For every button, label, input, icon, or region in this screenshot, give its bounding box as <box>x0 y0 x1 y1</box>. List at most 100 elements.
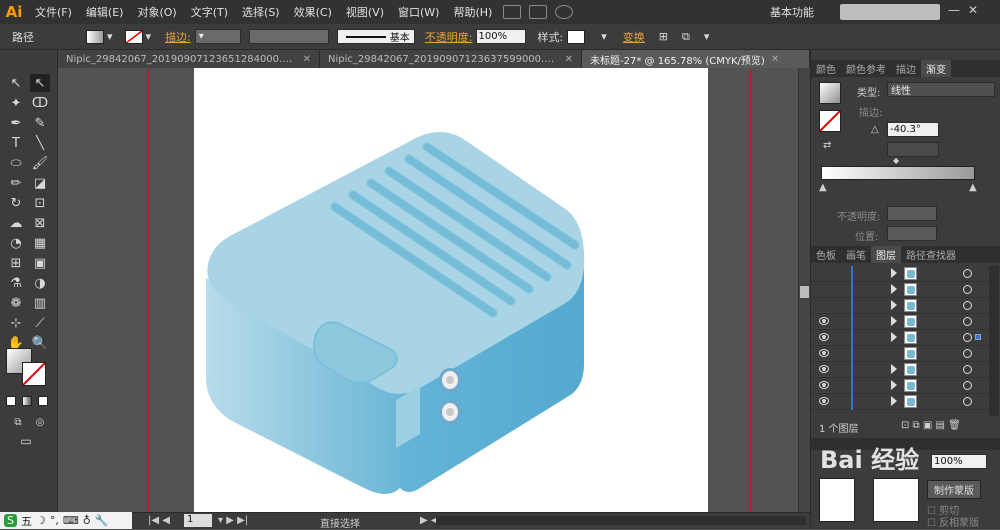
page-nav-first-icon[interactable]: |◀ ◀ <box>148 515 170 526</box>
skin-icon[interactable]: ♁ <box>83 514 91 527</box>
layer-row[interactable] <box>811 330 989 346</box>
menu-edit[interactable]: 编辑(E) <box>79 4 131 20</box>
scale-tool-icon[interactable]: ⊡ <box>30 194 50 212</box>
visibility-eye-icon[interactable] <box>819 349 829 357</box>
visibility-eye-icon[interactable] <box>819 381 829 389</box>
blend-tool-icon[interactable]: ◑ <box>30 274 50 292</box>
page-nav-next-icon[interactable]: ▾ ▶ ▶| <box>218 515 248 526</box>
pen-tool-icon[interactable]: ✒ <box>6 114 26 132</box>
gradient-position-input[interactable] <box>887 226 937 241</box>
target-circle-icon[interactable] <box>963 349 972 358</box>
expand-arrow-icon[interactable] <box>891 396 897 406</box>
target-circle-icon[interactable] <box>963 381 972 390</box>
mesh-tool-icon[interactable]: ⊞ <box>6 254 26 272</box>
close-icon[interactable]: ✕ <box>968 3 978 17</box>
gradient-type-dropdown[interactable]: 线性 <box>887 82 995 97</box>
tab-pathfinder[interactable]: 路径查找器 <box>901 246 961 263</box>
target-circle-icon[interactable] <box>963 397 972 406</box>
stroke-style-dropdown[interactable]: 基本 <box>336 29 415 44</box>
eyedropper-tool-icon[interactable]: ⚗ <box>6 274 26 292</box>
menu-help[interactable]: 帮助(H) <box>446 4 499 20</box>
layer-row[interactable] <box>811 314 989 330</box>
minimize-icon[interactable]: — <box>948 3 960 17</box>
moon-icon[interactable]: ☽ <box>36 514 46 527</box>
keyboard-icon[interactable]: ⌨ <box>63 514 79 527</box>
tab-color-guide[interactable]: 颜色参考 <box>841 60 891 77</box>
graph-tool-icon[interactable]: ▥ <box>30 294 50 312</box>
page-number-input[interactable]: 1 <box>184 514 212 527</box>
menu-view[interactable]: 视图(V) <box>339 4 391 20</box>
none-mode-icon[interactable] <box>38 396 48 406</box>
draw-mode-icon[interactable]: ⧉ <box>8 413 28 431</box>
gradient-stop-right[interactable]: ▲ <box>969 182 977 193</box>
sogou-icon[interactable]: S <box>4 514 17 527</box>
layer-row[interactable] <box>811 378 989 394</box>
perspective-grid-tool-icon[interactable]: ▦ <box>30 234 50 252</box>
tools-icon[interactable]: 🔧 <box>95 514 109 527</box>
canvas-area[interactable] <box>58 68 798 512</box>
tab-gradient[interactable]: 渐变 <box>921 60 951 77</box>
target-circle-icon[interactable] <box>963 285 972 294</box>
stroke-label[interactable]: 描边: <box>165 29 191 45</box>
shape-builder-tool-icon[interactable]: ◔ <box>6 234 26 252</box>
artwork-router-box[interactable] <box>194 68 708 512</box>
ellipse-tool-icon[interactable]: ⬭ <box>6 154 26 172</box>
layer-row[interactable] <box>811 282 989 298</box>
visibility-eye-icon[interactable] <box>819 365 829 373</box>
menu-effect[interactable]: 效果(C) <box>287 4 339 20</box>
gradient-opacity-input[interactable] <box>887 206 937 221</box>
gpu-icon[interactable] <box>555 5 574 19</box>
direct-selection-tool-icon[interactable]: ↖ <box>30 74 50 92</box>
expand-arrow-icon[interactable] <box>891 332 897 342</box>
target-circle-icon[interactable] <box>963 317 972 326</box>
layer-actions-icons[interactable]: ⊡ ⧉ ▣ ▤ 🗑 <box>901 420 961 431</box>
layers-scrollbar[interactable] <box>989 266 999 416</box>
gradient-stop-left[interactable]: ▲ <box>819 182 827 193</box>
gradient-mode-icon[interactable] <box>22 396 32 406</box>
reverse-gradient-icon[interactable]: ⇄ <box>823 140 831 151</box>
menu-object[interactable]: 对象(O) <box>130 4 183 20</box>
menu-type[interactable]: 文字(T) <box>184 4 235 20</box>
tab-document-1[interactable]: Nipic_29842067_20190907123651284000.ai* … <box>58 50 320 68</box>
close-icon[interactable]: ✕ <box>771 54 779 65</box>
eraser-tool-icon[interactable]: ◪ <box>30 174 50 192</box>
type-tool-icon[interactable]: T <box>6 134 26 152</box>
layer-row[interactable] <box>811 362 989 378</box>
expand-arrow-icon[interactable] <box>891 316 897 326</box>
expand-arrow-icon[interactable] <box>891 380 897 390</box>
slice-tool-icon[interactable]: ⟋ <box>30 314 50 332</box>
lasso-tool-icon[interactable]: ↀ <box>30 94 50 112</box>
pencil-tool-icon[interactable]: ✏ <box>6 174 26 192</box>
layer-row[interactable] <box>811 346 989 362</box>
target-circle-icon[interactable] <box>963 269 972 278</box>
stroke-color-box[interactable] <box>22 362 46 386</box>
align-icon[interactable]: ⊞ <box>659 30 668 43</box>
rotate-tool-icon[interactable]: ↻ <box>6 194 26 212</box>
gradient-slider[interactable] <box>821 166 975 180</box>
tab-swatches[interactable]: 色板 <box>811 246 841 263</box>
selection-tool-icon[interactable]: ↖ <box>6 74 26 92</box>
arrange-docs-icon[interactable] <box>529 5 548 19</box>
expand-arrow-icon[interactable] <box>891 268 897 278</box>
selection-indicator[interactable] <box>975 334 981 340</box>
tab-stroke[interactable]: 描边 <box>891 60 921 77</box>
expand-arrow-icon[interactable] <box>891 300 897 310</box>
close-icon[interactable]: ✕ <box>565 54 573 65</box>
punct-icon[interactable]: °, <box>50 514 59 527</box>
expand-arrow-icon[interactable] <box>891 364 897 374</box>
style-swatch[interactable] <box>567 29 586 44</box>
transform-link[interactable]: 变换 <box>623 29 645 45</box>
canvas-horizontal-scrollbar[interactable] <box>436 516 806 525</box>
zoom-tool-icon[interactable]: 🔍 <box>30 334 50 352</box>
free-transform-tool-icon[interactable]: ⊠ <box>30 214 50 232</box>
artboard-tool-icon[interactable]: ⊹ <box>6 314 26 332</box>
isolate-icon[interactable]: ⧉ <box>682 30 690 44</box>
tab-layers[interactable]: 图层 <box>871 246 901 263</box>
target-circle-icon[interactable] <box>963 365 972 374</box>
gradient-preview-swatch[interactable] <box>819 82 841 104</box>
gradient-tool-icon[interactable]: ▣ <box>30 254 50 272</box>
visibility-eye-icon[interactable] <box>819 333 829 341</box>
opacity-input[interactable]: 100% <box>475 29 526 44</box>
symbol-sprayer-tool-icon[interactable]: ❁ <box>6 294 26 312</box>
warp-tool-icon[interactable]: ☁ <box>6 214 26 232</box>
